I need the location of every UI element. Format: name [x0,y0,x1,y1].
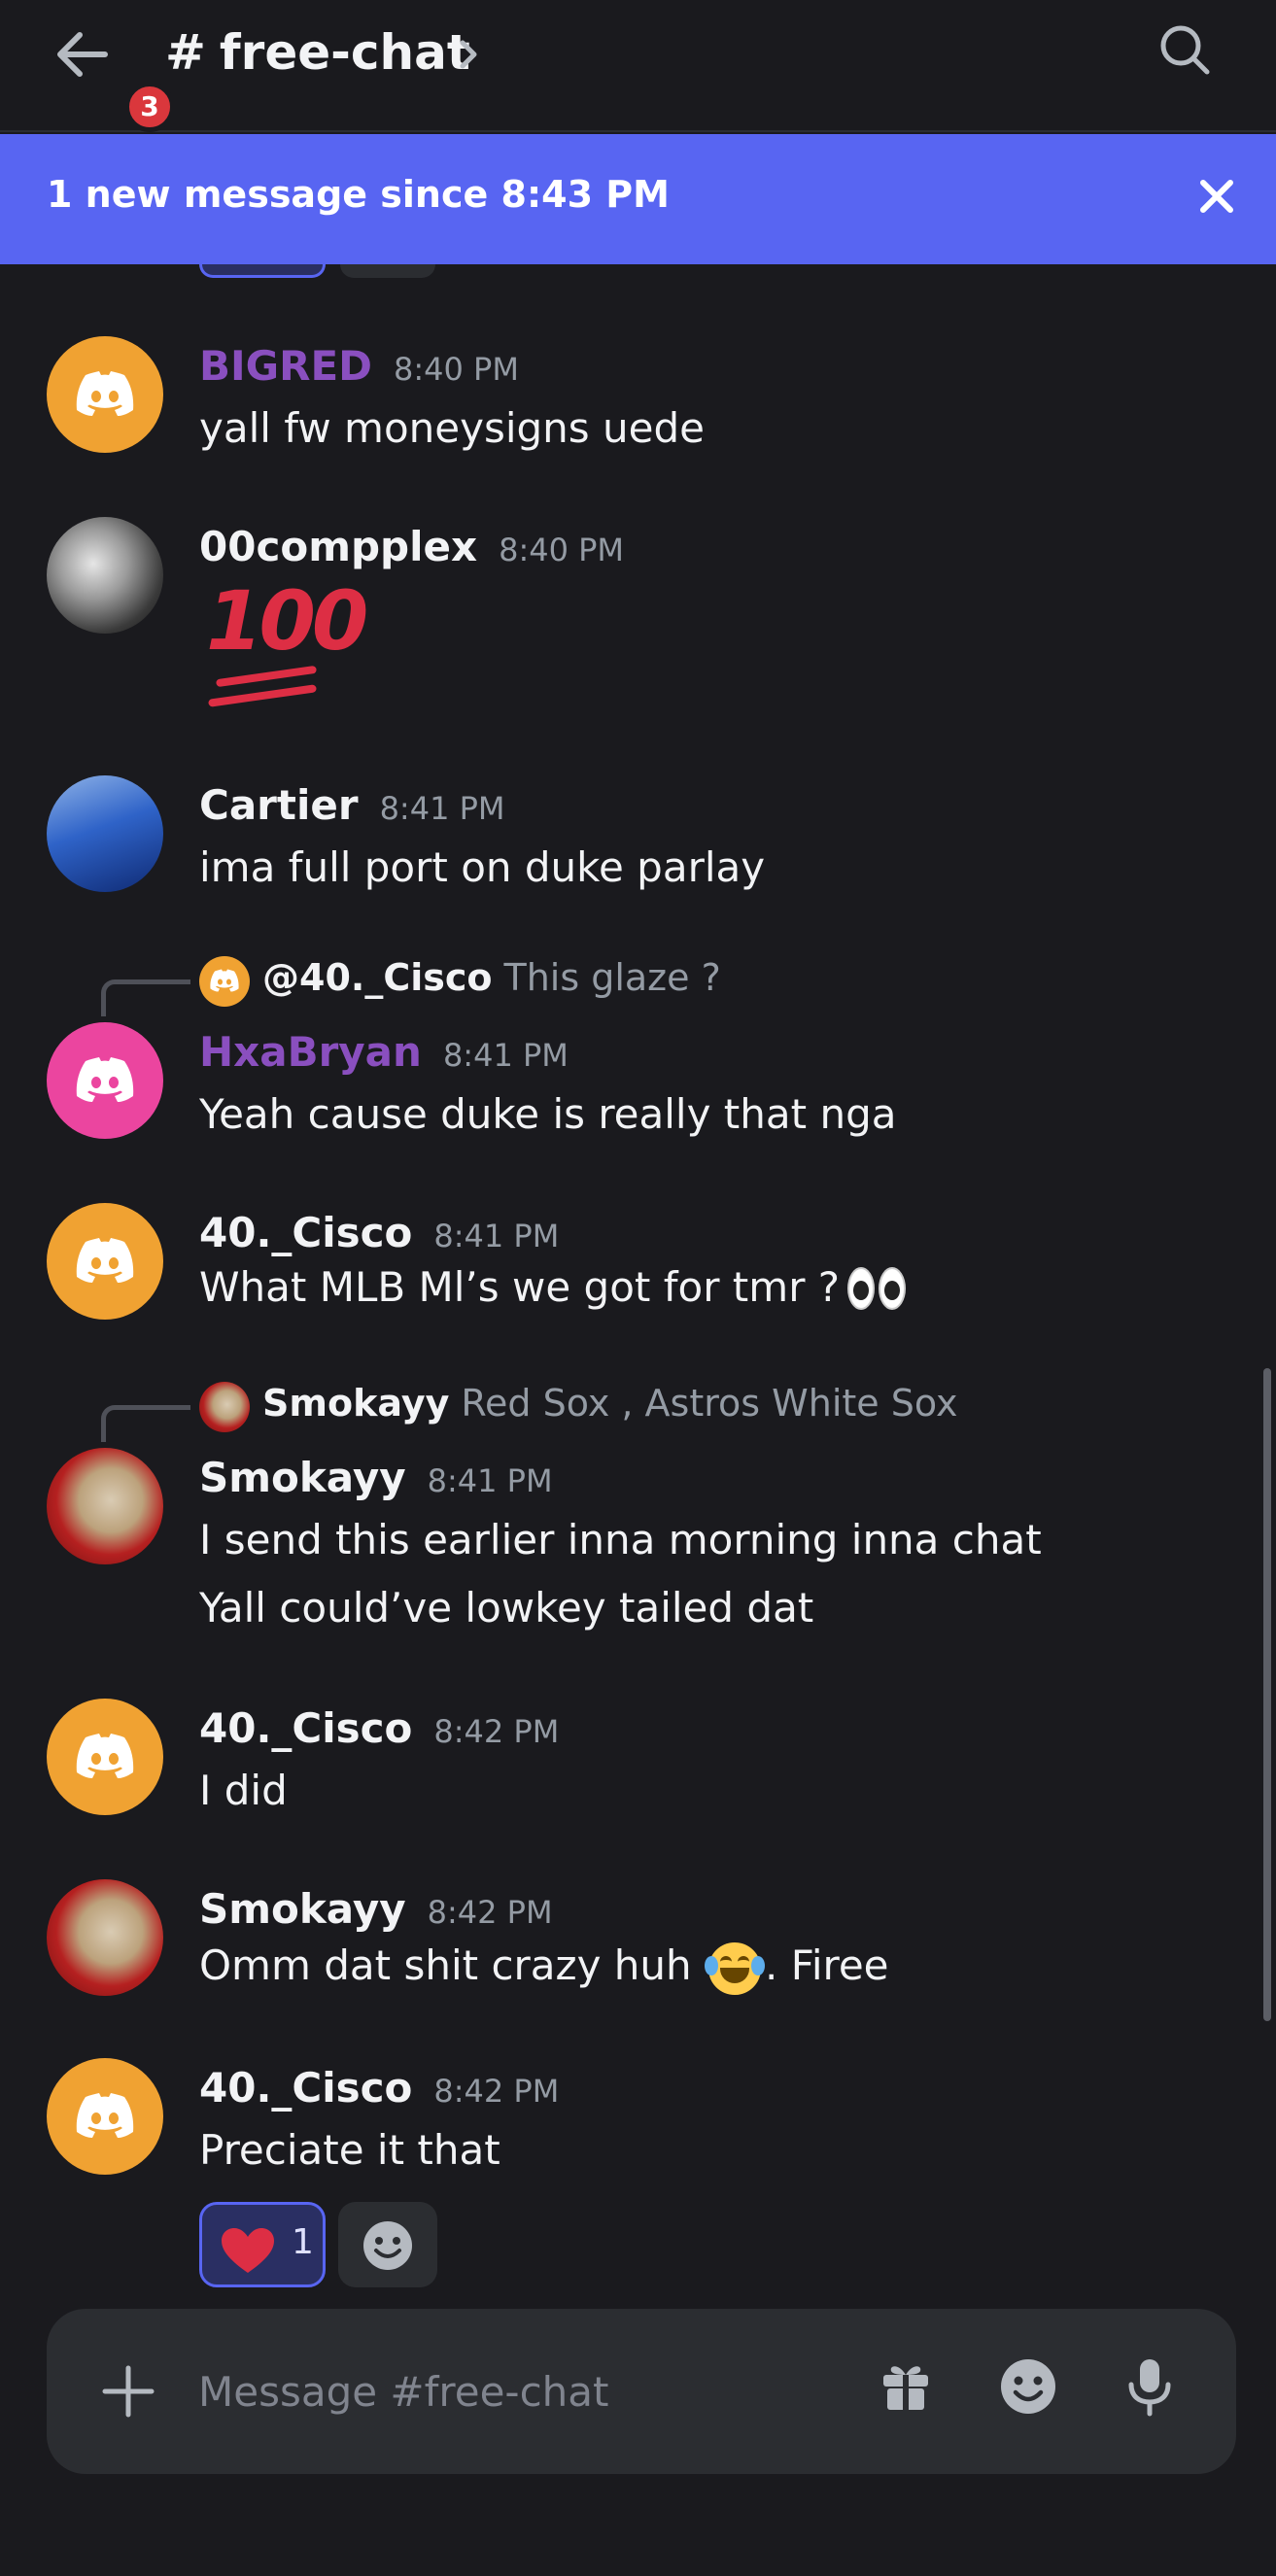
arrow-left-icon [57,32,108,77]
message-text: Omm dat shit crazy huh . Firee [199,1941,889,1995]
reply-preview[interactable]: @40._Cisco This glaze ? [262,956,721,999]
username[interactable]: HxaBryan 8:41 PM [199,1028,569,1076]
channel-header: 3 # free-chat [0,0,1276,132]
discord-logo-icon [76,1057,134,1102]
laughing-emoji [705,1941,766,1995]
reply-username: Smokayy [262,1382,450,1425]
username[interactable]: 40._Cisco 8:41 PM [199,1209,559,1256]
emoji-icon [363,2221,412,2270]
avatar[interactable] [47,336,163,453]
scrollbar[interactable] [1263,1368,1271,2021]
gift-icon[interactable] [878,2357,934,2414]
message-text-content: . Firee [765,1941,889,1989]
discord-logo-icon [210,969,239,992]
search-icon [1160,25,1210,75]
emoji-icon[interactable] [999,2357,1057,2416]
message-text: ima full port on duke parlay [199,843,766,891]
avatar[interactable] [47,775,163,892]
chevron-right-icon[interactable] [457,37,480,72]
new-messages-banner[interactable]: 1 new message since 8:43 PM [0,134,1276,264]
reaction-pill-partial[interactable] [199,264,326,278]
timestamp: 8:42 PM [427,1894,553,1931]
username[interactable]: Cartier 8:41 PM [199,781,505,829]
username[interactable]: 40._Cisco 8:42 PM [199,1704,559,1752]
message-input[interactable] [198,2357,879,2425]
username-text: Smokayy [199,1885,406,1933]
reply-avatar[interactable] [199,956,250,1007]
timestamp: 8:42 PM [433,2073,560,2110]
timestamp: 8:42 PM [433,1713,560,1750]
message-text: Yeah cause duke is really that nga [199,1090,897,1138]
avatar[interactable] [47,1203,163,1320]
username-text: 40._Cisco [199,1209,413,1256]
avatar[interactable] [47,2058,163,2175]
message-text: I did [199,1767,288,1814]
mic-icon[interactable] [1125,2357,1174,2418]
username-text: 40._Cisco [199,2064,413,2112]
search-button[interactable] [1156,21,1224,89]
username[interactable]: BIGRED 8:40 PM [199,342,519,390]
timestamp: 8:40 PM [394,351,519,388]
discord-logo-icon [76,2093,134,2138]
message-text: What MLB Ml’s we got for tmr ? [199,1263,908,1314]
username-text: HxaBryan [199,1028,422,1076]
username-text: 00compplex [199,523,478,570]
message-text: I send this earlier inna morning inna ch… [199,1516,1042,1563]
avatar[interactable] [47,1879,163,1996]
discord-logo-icon [76,371,134,416]
message-text: Yall could’ve lowkey tailed dat [199,1584,814,1631]
timestamp: 8:40 PM [499,532,625,568]
reply-preview[interactable]: Smokayy Red Sox , Astros White Sox [262,1382,957,1425]
hundred-emoji-underline [207,684,318,707]
message-text-content: What MLB Ml’s we got for tmr ? [199,1263,841,1311]
message-text: yall fw moneysigns uede [199,404,705,452]
username-text: 40._Cisco [199,1704,413,1752]
reply-avatar[interactable] [199,1382,250,1432]
chat-app: 3 # free-chat 1 new message since 8:43 PM [0,0,1276,2576]
message-text-content: Omm dat shit crazy huh [199,1941,692,1989]
plus-icon[interactable] [99,2362,157,2421]
reply-text: This glaze ? [503,956,721,999]
discord-logo-icon [76,1734,134,1778]
timestamp: 8:41 PM [442,1037,569,1074]
unread-badge: 3 [124,82,175,132]
username[interactable]: 00compplex 8:40 PM [199,523,624,570]
back-button[interactable]: 3 [47,21,175,132]
channel-title[interactable]: # free-chat [165,21,470,84]
channel-name: free-chat [219,24,470,81]
reply-connector [101,1405,190,1442]
avatar[interactable] [47,517,163,634]
username[interactable]: Smokayy 8:41 PM [199,1454,553,1501]
reaction-count: 1 [292,2222,314,2262]
add-reaction-partial[interactable] [340,264,435,278]
add-reaction-button[interactable] [338,2202,437,2287]
new-messages-text: 1 new message since 8:43 PM [47,173,670,216]
heart-icon [222,2228,274,2273]
hundred-emoji: 100 [206,573,368,669]
avatar[interactable] [47,1699,163,1815]
username-text: Cartier [199,781,359,829]
timestamp: 8:41 PM [427,1462,553,1499]
hundred-emoji-underline [215,665,318,688]
timestamp: 8:41 PM [433,1218,560,1254]
username[interactable]: Smokayy 8:42 PM [199,1885,553,1933]
avatar[interactable] [47,1448,163,1564]
eyes-emoji [847,1266,908,1314]
username-text: Smokayy [199,1454,406,1501]
reply-username: @40._Cisco [262,956,493,999]
channel-hash: # [165,24,206,81]
close-icon[interactable] [1197,177,1236,216]
username[interactable]: 40._Cisco 8:42 PM [199,2064,559,2112]
timestamp: 8:41 PM [379,790,505,827]
username-text: BIGRED [199,342,373,390]
heart-reaction[interactable]: 1 [199,2202,326,2287]
reply-text: Red Sox , Astros White Sox [461,1382,958,1425]
message-composer [47,2309,1236,2474]
message-text: Preciate it that [199,2126,500,2174]
avatar[interactable] [47,1022,163,1139]
reply-connector [101,979,190,1016]
discord-logo-icon [76,1238,134,1283]
